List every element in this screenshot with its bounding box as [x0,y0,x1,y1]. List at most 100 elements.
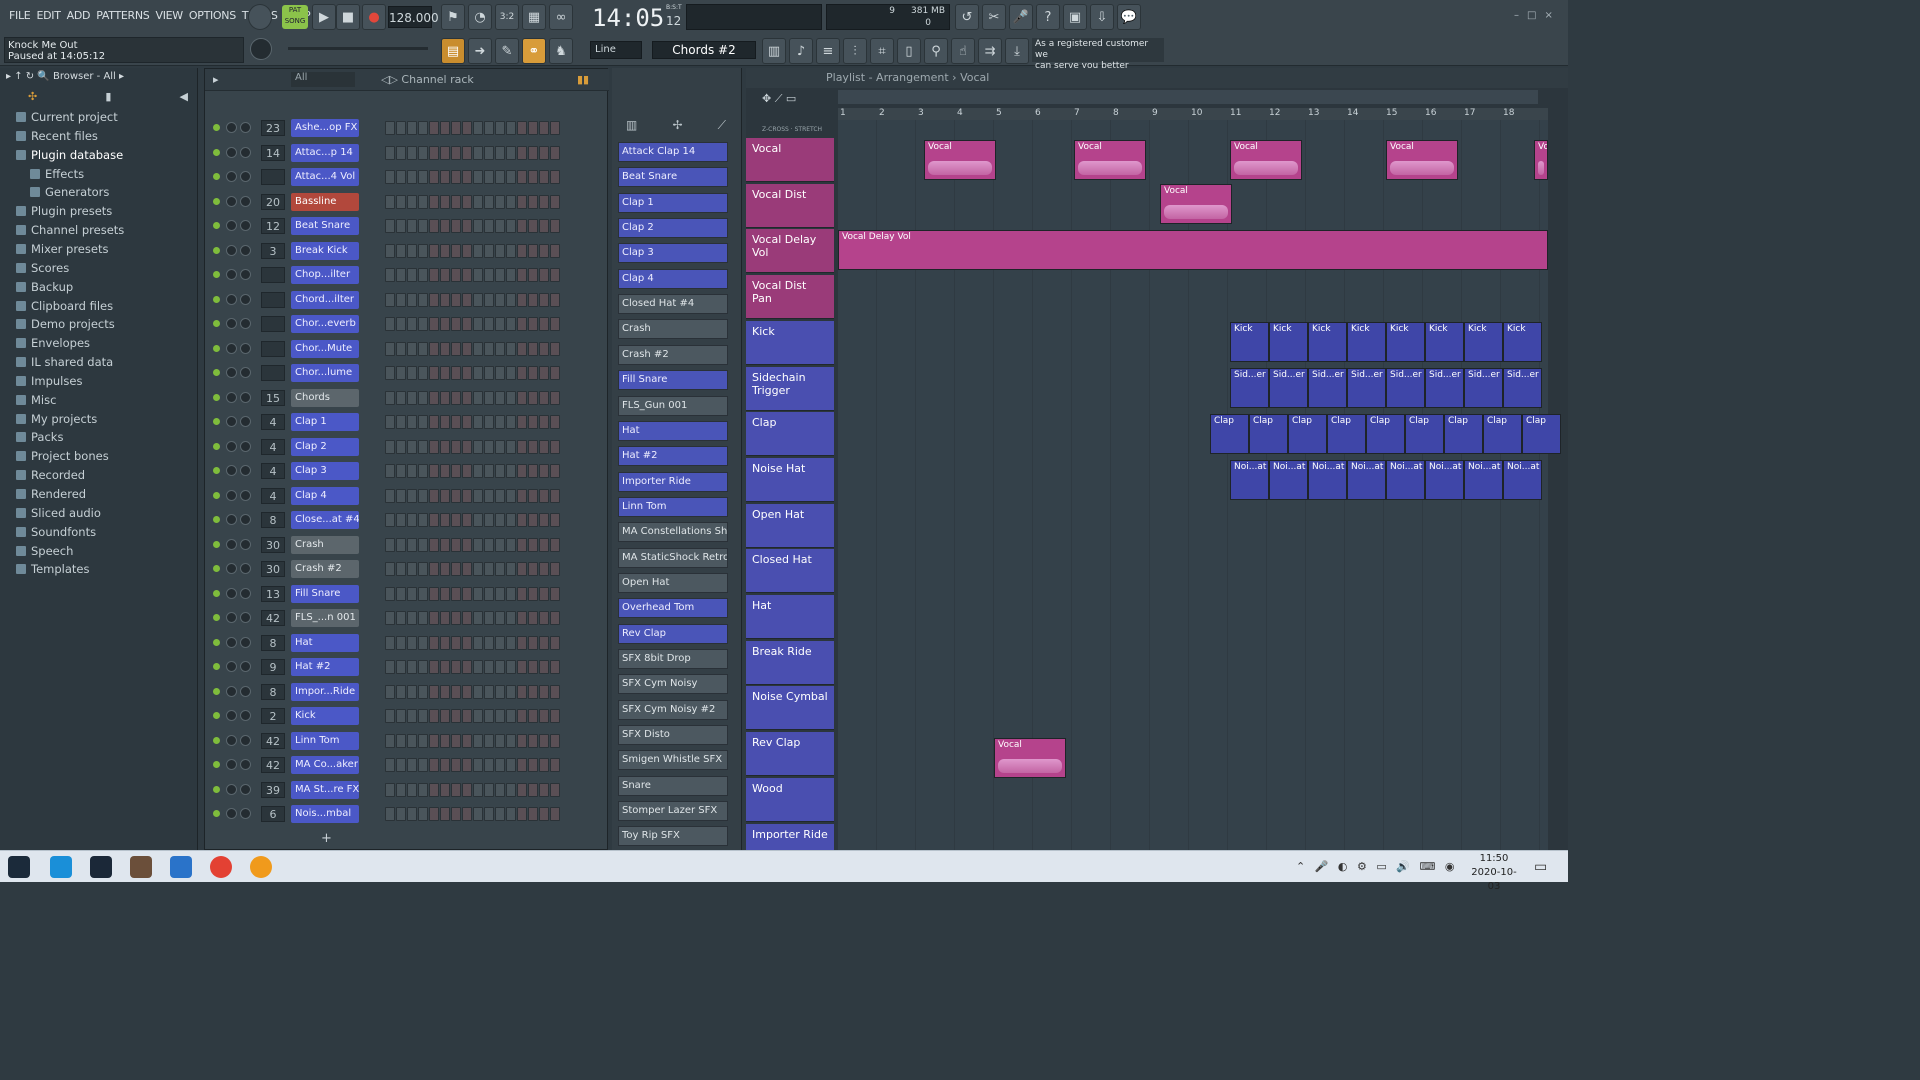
step-button[interactable] [473,611,483,625]
channel-volume-knob[interactable] [240,538,251,550]
step-button[interactable] [550,513,560,527]
step-button[interactable] [429,317,439,331]
channel-name-button[interactable]: Chords [291,388,359,407]
channel-mute-led[interactable] [213,540,220,548]
picker-item[interactable]: SFX 8bit Drop [618,649,728,669]
step-button[interactable] [440,635,450,650]
step-button[interactable] [418,464,428,478]
step-button[interactable] [528,758,538,772]
channel-name-button[interactable]: MA St...re FX [291,780,359,799]
step-button[interactable] [550,464,560,478]
step-button[interactable] [550,341,560,356]
step-sequencer[interactable] [385,562,597,576]
step-button[interactable] [451,562,461,576]
piano-roll-icon[interactable]: ♪ [789,38,813,64]
browser-item[interactable]: Recorded [16,466,85,484]
browser-file-icon[interactable]: ▮ [105,90,111,104]
picker-item[interactable]: Closed Hat #4 [618,294,728,315]
channel-mixer-track[interactable]: 23 [261,120,285,136]
playlist-track-header[interactable]: Noise Hat [746,457,834,502]
channel-pan-knob[interactable] [226,661,237,672]
step-button[interactable] [440,758,450,772]
step-button[interactable] [462,439,472,454]
step-button[interactable] [462,782,472,797]
step-button[interactable] [517,513,527,527]
step-button[interactable] [539,562,549,576]
step-button[interactable] [418,292,428,307]
playlist-track-header[interactable]: Sidechain Trigger [746,366,834,411]
playlist-clip[interactable]: Vocal [1160,184,1232,224]
browser-item[interactable]: Packs [16,428,63,446]
step-icon[interactable]: ▦ [522,4,546,30]
step-button[interactable] [528,243,538,258]
playlist-clip[interactable]: Sid...er [1425,368,1464,408]
channel-row[interactable]: 2 Kick [213,705,603,727]
browser-tools[interactable]: ✣ ▮ ◀ [28,90,188,104]
step-button[interactable] [396,586,406,601]
step-button[interactable] [473,733,483,748]
step-button[interactable] [385,488,395,503]
picker-item[interactable]: SFX Cym Noisy #2 [618,699,728,720]
step-button[interactable] [484,390,494,405]
step-sequencer[interactable] [385,488,597,503]
step-button[interactable] [506,415,516,429]
step-button[interactable] [429,758,439,772]
step-button[interactable] [407,439,417,454]
step-button[interactable] [462,635,472,650]
playlist-clip[interactable]: Sid...er [1230,368,1269,408]
step-button[interactable] [385,733,395,748]
step-button[interactable] [440,562,450,576]
channel-row[interactable]: 15 Chords [213,387,603,409]
picker-item[interactable]: Importer Ride [618,471,728,492]
step-button[interactable] [528,709,538,723]
channel-mixer-track[interactable]: 8 [261,683,285,700]
system-tray-icons[interactable]: ⌃ 🎤 ◐ ⚙ ▭ 🔊 ⌨ ◉ [1296,860,1457,873]
channel-pan-knob[interactable] [226,122,237,133]
browser-item[interactable]: Templates [16,560,89,578]
channel-volume-knob[interactable] [240,587,251,599]
step-button[interactable] [385,219,395,233]
step-button[interactable] [418,488,428,503]
step-button[interactable] [506,121,516,135]
playlist-clip[interactable]: Noi...at [1464,460,1503,500]
step-button[interactable] [462,194,472,209]
step-button[interactable] [506,635,516,650]
step-button[interactable] [517,611,527,625]
step-sequencer[interactable] [385,586,597,601]
step-button[interactable] [396,464,406,478]
channel-mute-led[interactable] [213,222,220,229]
channel-volume-knob[interactable] [240,465,251,476]
step-button[interactable] [473,464,483,478]
channel-name-button[interactable]: Linn Tom [291,731,359,750]
step-button[interactable] [418,684,428,699]
step-button[interactable] [539,635,549,650]
step-button[interactable] [484,145,494,160]
app-icon[interactable] [130,856,152,878]
step-button[interactable] [473,488,483,503]
picker-item[interactable]: Smigen Whistle SFX [618,750,728,771]
channel-volume-knob[interactable] [240,783,251,795]
channel-volume-knob[interactable] [240,367,251,378]
step-button[interactable] [451,341,461,356]
step-button[interactable] [385,170,395,184]
step-button[interactable] [429,488,439,503]
step-sequencer[interactable] [385,194,597,209]
step-button[interactable] [385,513,395,527]
step-sequencer[interactable] [385,292,597,307]
playlist-clip[interactable]: Kick [1269,322,1308,362]
step-button[interactable] [528,488,538,503]
step-button[interactable] [517,660,527,674]
countdown-icon[interactable]: 3:2 [495,4,519,30]
step-sequencer[interactable] [385,733,597,748]
channel-mixer-track[interactable]: 30 [261,536,285,553]
playlist-clip[interactable]: Clap [1327,414,1366,454]
step-button[interactable] [429,562,439,576]
menu-patterns[interactable]: PATTERNS [93,9,152,22]
step-button[interactable] [539,268,549,282]
step-button[interactable] [473,292,483,307]
step-button[interactable] [407,562,417,576]
channel-name-button[interactable]: MA Co...aker [291,756,359,774]
step-button[interactable] [550,611,560,625]
step-button[interactable] [506,292,516,307]
picker-item[interactable]: SFX Disto [618,725,728,746]
